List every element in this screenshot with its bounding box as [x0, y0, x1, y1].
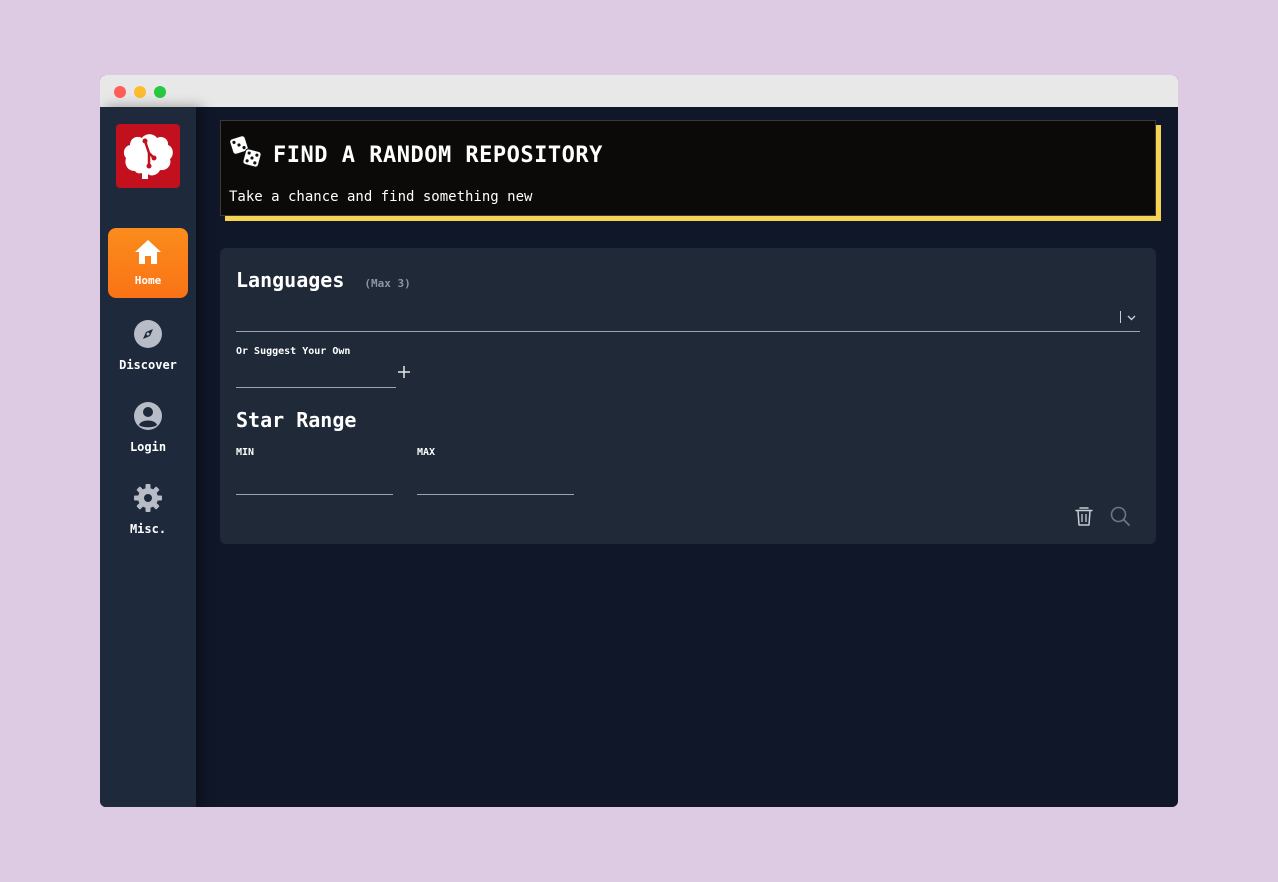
languages-heading: Languages	[236, 268, 345, 292]
app-window: Home Discover Login Misc. FIND A RANDOM …	[100, 75, 1178, 807]
suggest-language-label: Or Suggest Your Own	[236, 346, 351, 357]
trash-icon	[1075, 507, 1093, 526]
sidebar-item-label: Home	[134, 274, 162, 287]
languages-max-hint: (Max 3)	[364, 277, 411, 290]
max-stars-label: MAX	[417, 447, 436, 458]
compass-icon	[132, 318, 164, 350]
sidebar-item-home[interactable]: Home	[108, 228, 188, 298]
page-subtitle: Take a chance and find something new	[229, 189, 533, 205]
brain-logo-icon[interactable]	[116, 124, 180, 188]
minimize-window-button[interactable]	[134, 86, 146, 98]
maximize-window-button[interactable]	[154, 86, 166, 98]
select-separator	[1120, 311, 1121, 323]
page-title: FIND A RANDOM REPOSITORY	[273, 142, 603, 168]
chevron-down-icon[interactable]	[1127, 310, 1136, 324]
sidebar-item-label: Login	[129, 440, 167, 454]
suggest-language-input[interactable]	[236, 364, 396, 388]
gear-icon	[132, 482, 164, 514]
sidebar-item-discover[interactable]: Discover	[108, 310, 188, 380]
plus-icon	[398, 366, 410, 378]
window-titlebar	[100, 75, 1178, 107]
sidebar-item-label: Discover	[119, 358, 177, 372]
star-range-heading: Star Range	[236, 408, 357, 432]
add-language-button[interactable]	[396, 365, 412, 381]
min-stars-label: MIN	[236, 447, 255, 458]
sidebar-item-misc[interactable]: Misc.	[108, 474, 188, 544]
close-window-button[interactable]	[114, 86, 126, 98]
search-form-card: Languages (Max 3) Or Suggest Your Own St…	[220, 248, 1156, 544]
min-stars-input[interactable]	[236, 471, 393, 495]
search-button[interactable]	[1109, 505, 1131, 527]
sidebar-item-login[interactable]: Login	[108, 392, 188, 462]
sidebar-item-label: Misc.	[129, 522, 167, 536]
clear-button[interactable]	[1073, 505, 1095, 527]
max-stars-input[interactable]	[417, 471, 574, 495]
user-circle-icon	[132, 400, 164, 432]
home-icon	[132, 236, 164, 268]
search-icon	[1110, 506, 1130, 526]
page-header: FIND A RANDOM REPOSITORY Take a chance a…	[220, 120, 1156, 216]
dice-icon	[229, 135, 263, 175]
sidebar: Home Discover Login Misc.	[100, 107, 196, 807]
languages-select[interactable]	[236, 306, 1140, 332]
